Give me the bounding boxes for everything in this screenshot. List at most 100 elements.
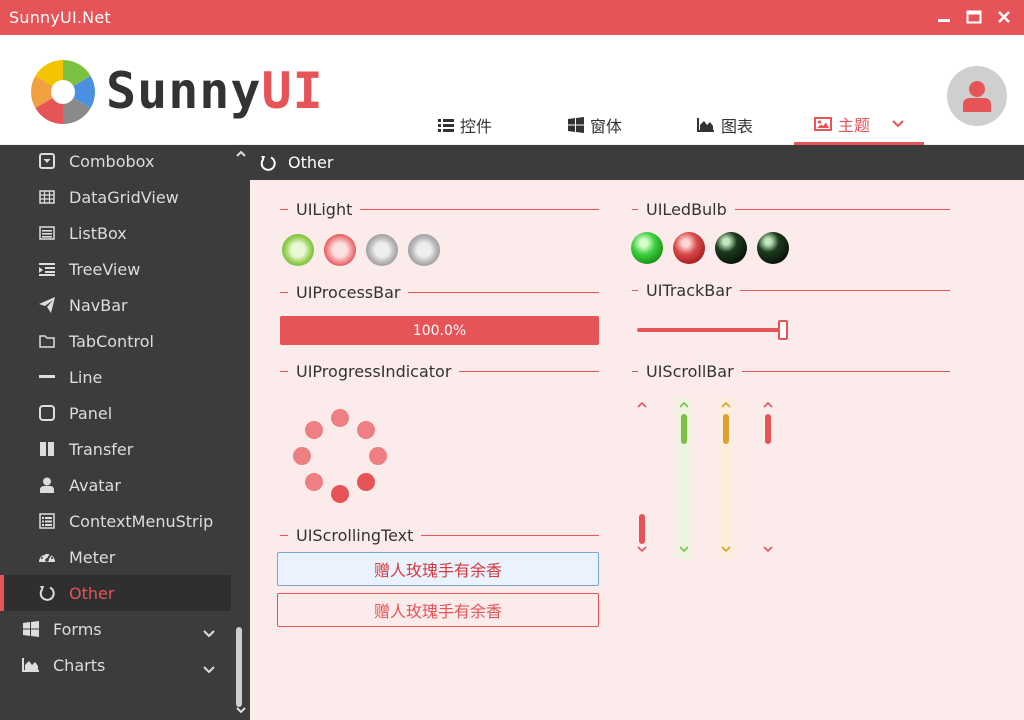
sidebar-item-listbox[interactable]: ListBox [0, 215, 231, 251]
group-title-uilight: UILight [280, 199, 599, 219]
chevron-down-icon [203, 659, 215, 678]
sidebar-item-meter[interactable]: Meter [0, 539, 231, 575]
scrollbar-thumb[interactable] [723, 414, 729, 444]
table-icon [37, 187, 57, 207]
window-title: SunnyUI.Net [9, 8, 111, 27]
sidebar-item-tabcontrol[interactable]: TabControl [0, 323, 231, 359]
progress-dot [293, 447, 311, 465]
tab-controls[interactable]: 控件 [400, 105, 530, 145]
close-button[interactable] [992, 6, 1016, 28]
close-icon [998, 11, 1010, 23]
tab-forms[interactable]: 窗体 [530, 105, 660, 145]
chevron-up-icon[interactable] [719, 400, 733, 410]
trackbar-handle[interactable] [778, 320, 788, 340]
folder-icon [37, 331, 57, 351]
list-alt-icon [37, 223, 57, 243]
group-title-uiscrollbar: UIScrollBar [632, 361, 950, 381]
group-title-uiscrollingtext: UIScrollingText [280, 525, 599, 545]
light-gray [366, 234, 398, 266]
paper-plane-icon [37, 295, 57, 315]
progress-dot [331, 409, 349, 427]
user-icon [963, 81, 991, 112]
tab-charts[interactable]: 图表 [660, 105, 790, 145]
image-icon [813, 116, 832, 131]
sidebar-item-treeview[interactable]: TreeView [0, 251, 231, 287]
minimize-icon [938, 19, 950, 22]
sidebar-scroll-thumb[interactable] [236, 627, 242, 707]
sidebar-item-combobox[interactable]: Combobox [0, 145, 231, 179]
logo-text: SunnyUI [106, 62, 324, 120]
sidebar: Combobox DataGridView ListBox TreeView N… [0, 145, 250, 720]
chevron-up-icon[interactable] [761, 400, 775, 410]
progress-dot [305, 421, 323, 439]
chevron-up-icon[interactable] [677, 400, 691, 410]
maximize-button[interactable] [962, 6, 986, 28]
light-green [282, 234, 314, 266]
scrollbar-thumb[interactable] [639, 514, 645, 544]
light-red [324, 234, 356, 266]
sidebar-item-other[interactable]: Other [0, 575, 231, 611]
header: SunnyUI 控件 窗体 图表 主题 [0, 35, 1024, 145]
maximize-icon [966, 10, 982, 24]
list-alt-icon [37, 511, 57, 531]
group-title-uiledbulb: UILedBulb [632, 199, 950, 219]
caret-square-down-icon [37, 151, 57, 171]
sidebar-item-panel[interactable]: Panel [0, 395, 231, 431]
minus-icon [37, 367, 57, 387]
sidebar-item-datagridview[interactable]: DataGridView [0, 179, 231, 215]
vertical-scrollbar[interactable] [672, 398, 696, 558]
vertical-scrollbar[interactable] [630, 398, 654, 558]
circle-notch-icon [260, 155, 276, 171]
scrolling-text-2: 赠人玫瑰手有余香 [277, 593, 599, 627]
led-bulb-red [673, 232, 705, 264]
led-bulb-off [757, 232, 789, 264]
chevron-down-icon [203, 623, 215, 642]
minimize-button[interactable] [932, 6, 956, 28]
chevron-up-icon[interactable] [635, 400, 649, 410]
vertical-scrollbar[interactable] [756, 398, 780, 558]
chevron-down-icon[interactable] [677, 544, 691, 554]
circle-notch-icon [37, 583, 57, 603]
scrollbar-thumb[interactable] [681, 414, 687, 444]
windows-icon [21, 619, 41, 639]
user-avatar[interactable] [947, 66, 1007, 126]
sidebar-group-charts[interactable]: Charts [0, 647, 231, 683]
led-bulb-green [631, 232, 663, 264]
tachometer-icon [37, 547, 57, 567]
trackbar-track[interactable] [637, 328, 784, 332]
process-bar-text: 100.0% [412, 322, 467, 339]
scroll-down-icon[interactable] [236, 707, 246, 714]
sidebar-item-transfer[interactable]: Transfer [0, 431, 231, 467]
columns-icon [37, 439, 57, 459]
page-header: Other [250, 145, 1024, 180]
square-icon [37, 403, 57, 423]
scroll-up-icon[interactable] [236, 150, 246, 157]
list-icon [437, 118, 454, 132]
chevron-down-icon[interactable] [892, 119, 904, 128]
scrollbar-thumb[interactable] [765, 414, 771, 444]
sidebar-group-forms[interactable]: Forms [0, 611, 231, 647]
user-icon [37, 475, 57, 495]
group-title-uiprocessbar: UIProcessBar [280, 282, 599, 302]
sidebar-item-avatar[interactable]: Avatar [0, 467, 231, 503]
vertical-scrollbar[interactable] [714, 398, 738, 558]
led-bulb-off [715, 232, 747, 264]
group-title-uitrackbar: UITrackBar [632, 280, 950, 300]
progress-dot [369, 447, 387, 465]
tab-theme[interactable]: 主题 [794, 105, 924, 145]
title-bar: SunnyUI.Net [0, 0, 1024, 35]
progress-dot [357, 421, 375, 439]
chevron-down-icon[interactable] [719, 544, 733, 554]
sidebar-item-line[interactable]: Line [0, 359, 231, 395]
sidebar-item-navbar[interactable]: NavBar [0, 287, 231, 323]
sidebar-item-contextmenustrip[interactable]: ContextMenuStrip [0, 503, 231, 539]
group-title-uiprogressindicator: UIProgressIndicator [280, 361, 599, 381]
area-chart-icon [21, 655, 41, 675]
page-title: Other [288, 153, 334, 172]
chevron-down-icon[interactable] [761, 544, 775, 554]
indent-icon [37, 259, 57, 279]
area-chart-icon [696, 118, 715, 132]
windows-icon [567, 117, 584, 133]
chevron-down-icon[interactable] [635, 544, 649, 554]
progress-dot [331, 485, 349, 503]
